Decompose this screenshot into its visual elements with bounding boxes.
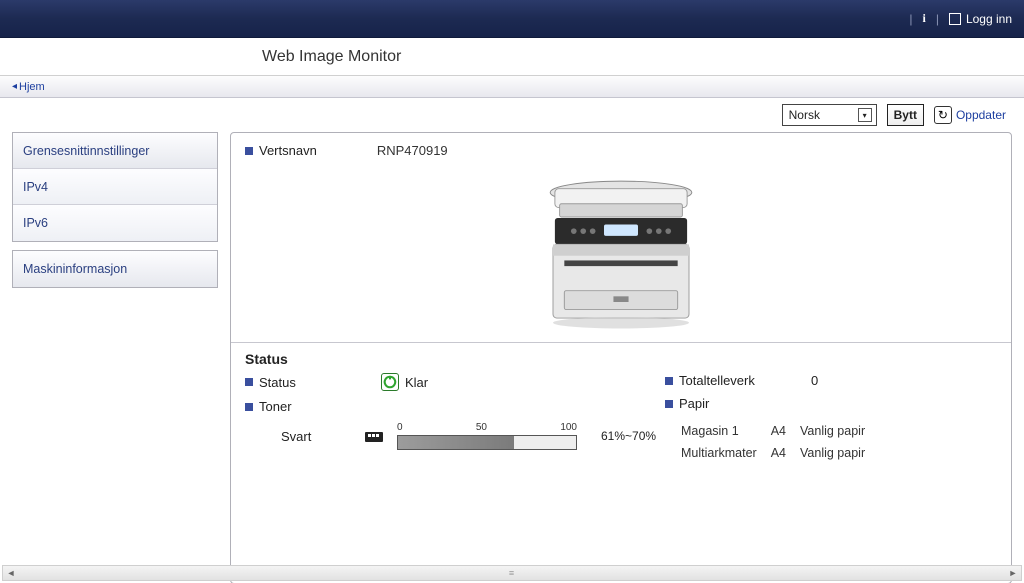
toner-row: Svart 0 50 100 61%~70% (281, 422, 665, 450)
login-icon (949, 13, 961, 25)
top-navbar: | i | Logg inn (0, 0, 1024, 38)
toner-label: Toner (259, 399, 292, 414)
status-right-column: Totaltelleverk 0 Papir Magasin 1 A4 Vanl… (665, 373, 997, 465)
ready-icon (381, 373, 399, 391)
sidebar-item-machine-info[interactable]: Maskininformasjon (13, 251, 217, 287)
refresh-label: Oppdater (956, 108, 1006, 122)
panel-divider (231, 342, 1011, 343)
refresh-button[interactable]: ↻ Oppdater (934, 106, 1006, 124)
paper-table: Magasin 1 A4 Vanlig papir Multiarkmater … (679, 419, 879, 465)
sidebar-item-label: Maskininformasjon (23, 262, 127, 276)
login-label: Logg inn (966, 12, 1012, 26)
switch-button-label: Bytt (894, 108, 917, 122)
horizontal-scrollbar[interactable]: ◄ ≡ ► (2, 565, 1022, 581)
tray-name: Magasin 1 (681, 421, 769, 441)
content-toolbar: Norsk ▾ Bytt ↻ Oppdater (0, 98, 1024, 128)
bullet-icon (665, 400, 673, 408)
tray-size: A4 (771, 421, 798, 441)
breadcrumb-arrow-icon: ◂ (12, 81, 17, 92)
toner-scale-mid: 50 (476, 422, 487, 433)
refresh-icon: ↻ (934, 106, 952, 124)
counter-row: Totaltelleverk 0 (665, 373, 997, 388)
language-select[interactable]: Norsk ▾ (782, 104, 877, 126)
login-button[interactable]: Logg inn (949, 12, 1012, 26)
scroll-left-arrow-icon[interactable]: ◄ (3, 566, 19, 580)
toner-cartridge-icon (365, 428, 383, 444)
bullet-icon (665, 377, 673, 385)
toner-scale-max: 100 (560, 422, 577, 433)
hostname-value: RNP470919 (377, 143, 448, 158)
sidebar-group-interface: Grensesnittinnstillinger IPv4 IPv6 (12, 132, 218, 242)
status-grid: Status Klar Toner Svart (245, 373, 997, 465)
info-button[interactable]: i (922, 11, 925, 26)
info-icon: i (922, 11, 925, 26)
table-row: Multiarkmater A4 Vanlig papir (681, 443, 877, 463)
toner-color-label: Svart (281, 429, 351, 444)
sidebar-item-label: IPv6 (23, 216, 48, 230)
tray-type: Vanlig papir (800, 421, 877, 441)
separator: | (909, 12, 912, 26)
counter-value: 0 (811, 373, 818, 388)
status-row: Status Klar (245, 373, 665, 391)
switch-button[interactable]: Bytt (887, 104, 924, 126)
hostname-row: Vertsnavn RNP470919 (245, 143, 997, 158)
status-section-title: Status (245, 351, 997, 367)
toner-fill (398, 436, 514, 449)
paper-label: Papir (679, 396, 709, 411)
scroll-right-arrow-icon[interactable]: ► (1005, 566, 1021, 580)
tray-type: Vanlig papir (800, 443, 877, 463)
breadcrumb: ◂ Hjem (0, 76, 1024, 98)
printer-icon (526, 166, 716, 336)
sidebar-item-ipv6[interactable]: IPv6 (13, 205, 217, 241)
hostname-label: Vertsnavn (259, 143, 317, 158)
separator: | (936, 12, 939, 26)
toner-scale-min: 0 (397, 422, 403, 433)
scroll-track[interactable]: ≡ (19, 566, 1005, 580)
main-panel: Vertsnavn RNP470919 (230, 132, 1012, 583)
chevron-down-icon: ▾ (858, 108, 872, 122)
toner-header-row: Toner (245, 399, 665, 414)
status-value: Klar (405, 375, 428, 390)
main-layout: Grensesnittinnstillinger IPv4 IPv6 Maski… (0, 128, 1024, 583)
scroll-grip-icon: ≡ (509, 568, 515, 578)
bullet-icon (245, 147, 253, 155)
toner-gauge: 0 50 100 (397, 422, 577, 450)
sidebar-item-interface-settings[interactable]: Grensesnittinnstillinger (13, 133, 217, 169)
tray-size: A4 (771, 443, 798, 463)
table-row: Magasin 1 A4 Vanlig papir (681, 421, 877, 441)
language-selected-label: Norsk (789, 108, 820, 122)
status-left-column: Status Klar Toner Svart (245, 373, 665, 465)
counter-label: Totaltelleverk (679, 373, 755, 388)
sidebar-item-ipv4[interactable]: IPv4 (13, 169, 217, 205)
breadcrumb-home-link[interactable]: Hjem (19, 81, 45, 93)
toner-range-value: 61%~70% (601, 429, 656, 443)
title-bar: Web Image Monitor (0, 38, 1024, 76)
printer-illustration (245, 166, 997, 336)
sidebar-item-label: Grensesnittinnstillinger (23, 144, 149, 158)
bullet-icon (245, 378, 253, 386)
paper-header-row: Papir (665, 396, 997, 411)
sidebar-group-machine: Maskininformasjon (12, 250, 218, 288)
page-title: Web Image Monitor (262, 48, 401, 66)
bullet-icon (245, 403, 253, 411)
status-label: Status (259, 375, 296, 390)
sidebar-item-label: IPv4 (23, 180, 48, 194)
tray-name: Multiarkmater (681, 443, 769, 463)
sidebar: Grensesnittinnstillinger IPv4 IPv6 Maski… (12, 132, 218, 583)
